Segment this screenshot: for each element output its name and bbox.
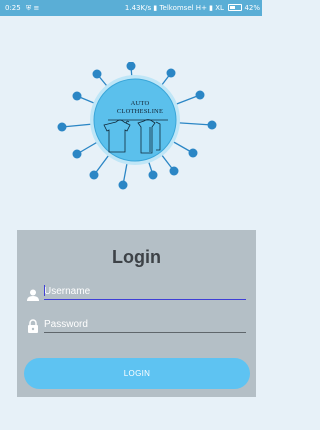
logo-node <box>207 120 217 130</box>
battery-level: 42% <box>244 4 260 12</box>
status-bar: 0:25 ⛨ ≡ 1.43K/s ▮ Telkomsel H+ ▮ XL 42% <box>0 0 262 16</box>
network-speed: 1.43K/s <box>124 4 152 12</box>
status-left: 0:25 ⛨ ≡ <box>5 0 39 16</box>
text-caret <box>44 285 45 296</box>
login-title: Login <box>112 247 161 267</box>
logo-node <box>72 149 82 159</box>
status-time: 0:25 <box>5 4 21 12</box>
lock-icon <box>28 319 38 333</box>
status-right: 1.43K/s ▮ Telkomsel H+ ▮ XL 42% <box>125 0 260 16</box>
logo-node <box>148 170 158 180</box>
logo-node <box>169 166 179 176</box>
login-card: Login LOGIN <box>17 230 256 397</box>
logo-text-line-2: CLOTHESLINE <box>116 108 164 115</box>
logo-node <box>72 91 82 101</box>
password-input[interactable] <box>44 316 246 333</box>
app-logo <box>57 62 217 190</box>
logo-node <box>92 69 102 79</box>
logo-node <box>57 122 67 132</box>
carrier-2: XL <box>215 4 224 12</box>
logo-text-line-1: AUTO <box>130 100 150 107</box>
logo-node <box>126 62 136 71</box>
logo-node <box>89 170 99 180</box>
logo-node <box>195 90 205 100</box>
signal-icon: ▮ <box>153 4 158 12</box>
user-icon <box>27 289 39 301</box>
signal-icon: ▮ <box>209 4 214 12</box>
logo-text: AUTO CLOTHESLINE <box>100 100 180 116</box>
logo-node <box>188 148 198 158</box>
logo-node <box>166 68 176 78</box>
battery-icon <box>228 3 243 11</box>
logo-node <box>118 180 128 190</box>
carrier-1: Telkomsel H+ <box>159 4 207 12</box>
login-button[interactable]: LOGIN <box>24 358 250 389</box>
notification-icons: ⛨ ≡ <box>25 4 40 12</box>
username-input[interactable] <box>44 283 246 300</box>
